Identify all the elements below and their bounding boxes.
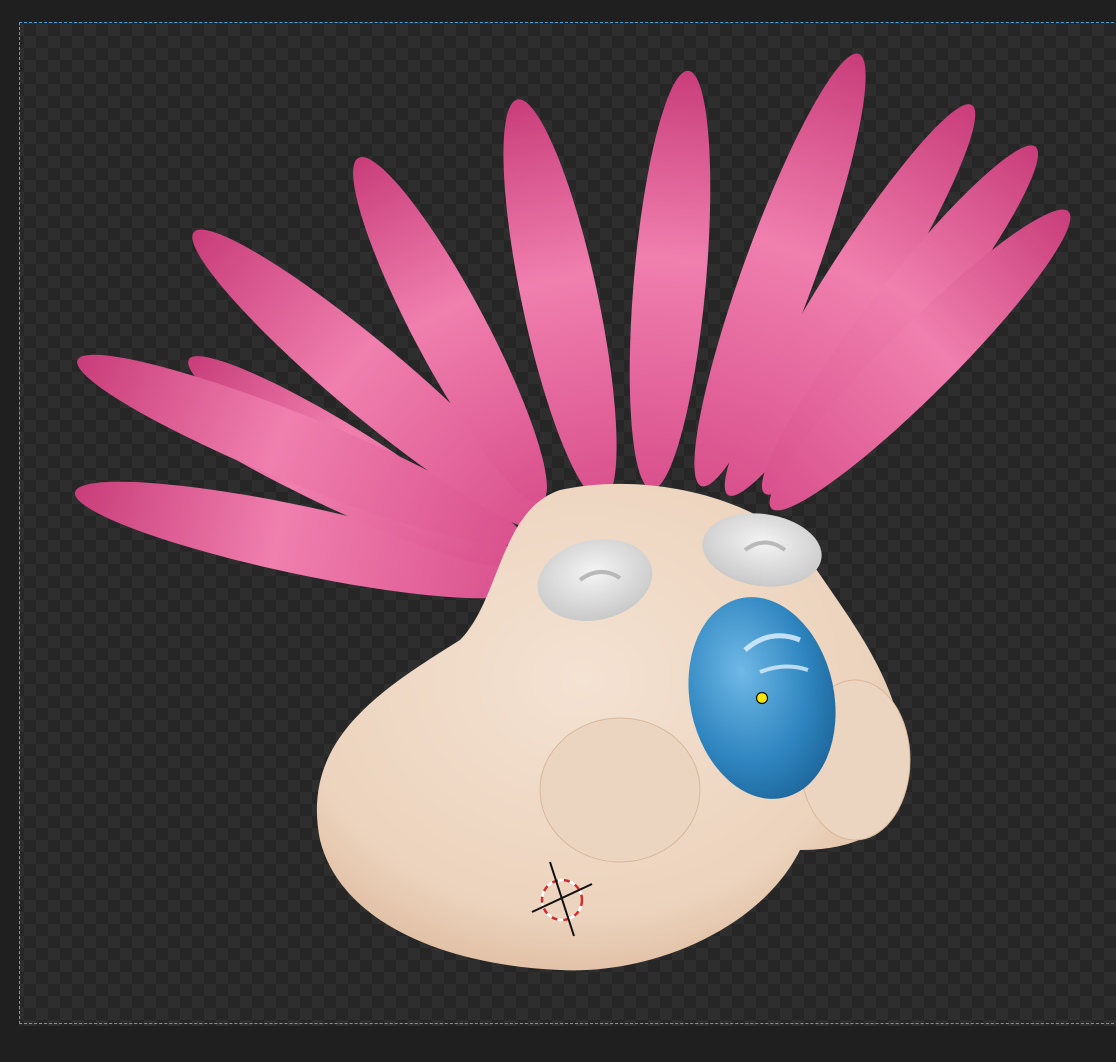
camera-viewport[interactable]: [0, 0, 1116, 1062]
cheek-left: [539, 717, 701, 863]
rendered-scene[interactable]: [0, 0, 1116, 1062]
object-origin-icon[interactable]: [755, 691, 769, 705]
